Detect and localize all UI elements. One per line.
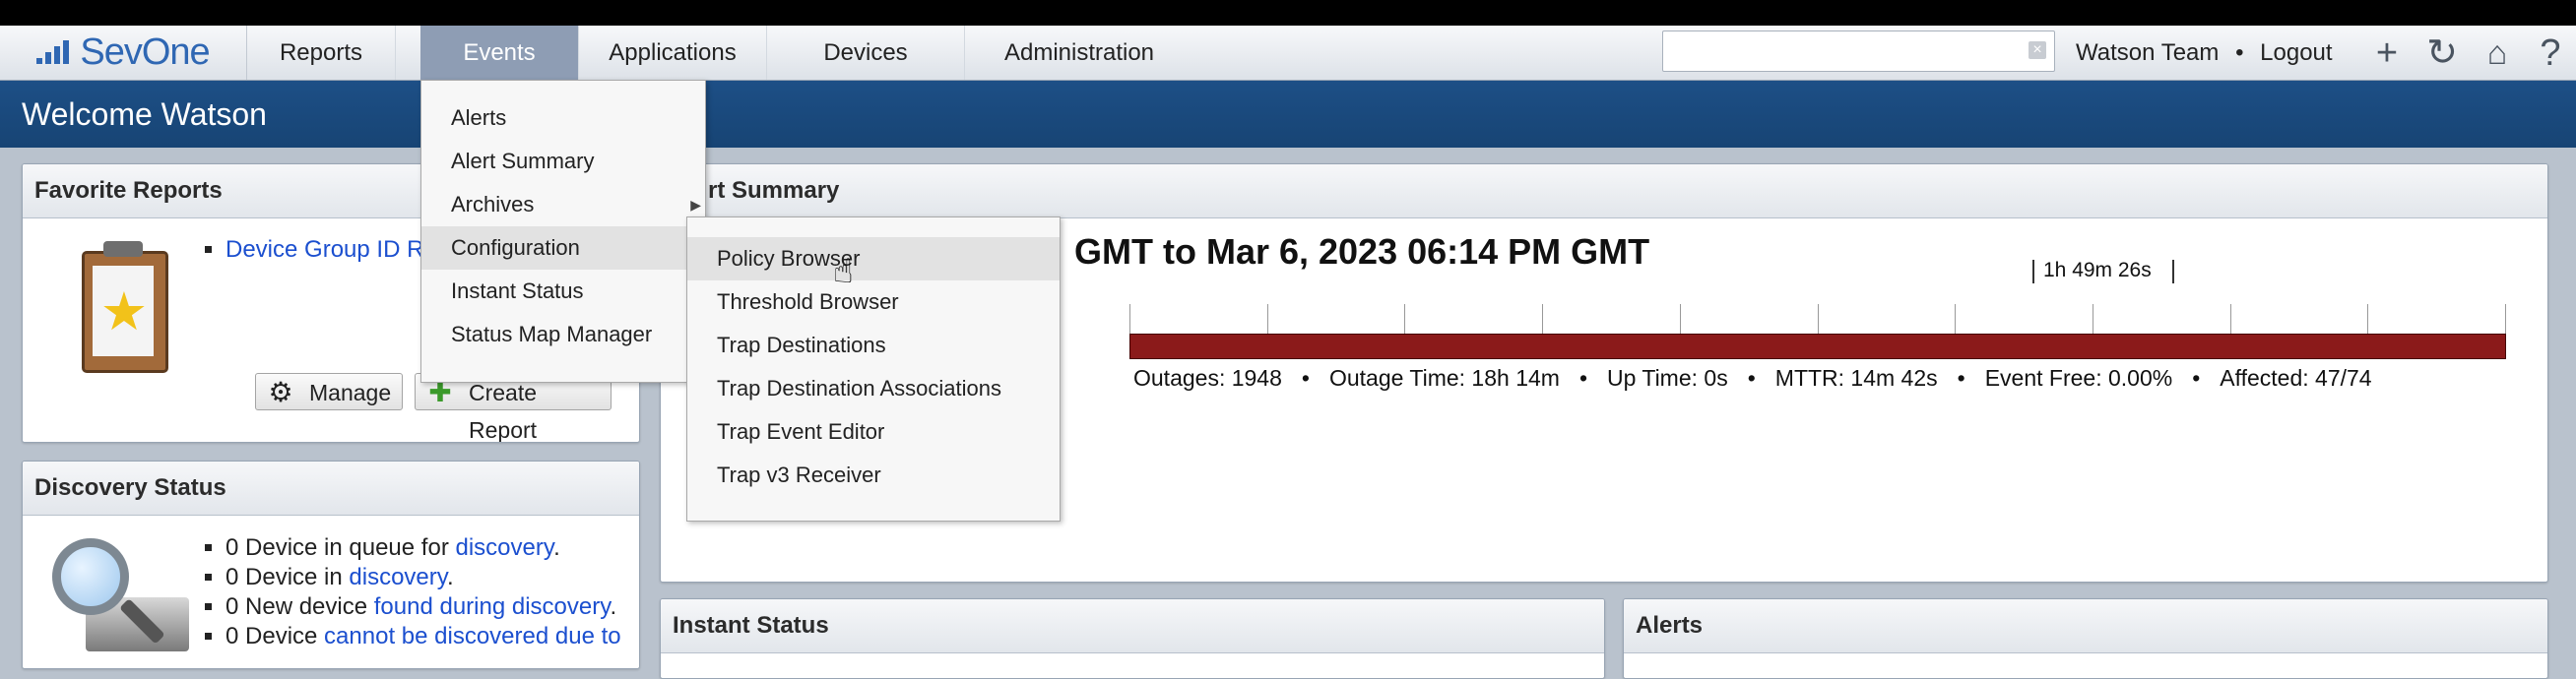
search-input[interactable]: × xyxy=(1662,31,2055,72)
timeline-tick xyxy=(1680,304,1681,334)
discovery-status-title: Discovery Status xyxy=(23,462,639,516)
hand-cursor-icon: ☝ xyxy=(833,253,854,290)
stat-item: MTTR: 14m 42s xyxy=(1774,365,1938,391)
menu-item-alerts[interactable]: Alerts xyxy=(421,96,705,140)
list-item: 0 Device in discovery. xyxy=(225,563,621,592)
found-during-discovery-link[interactable]: found during discovery xyxy=(374,593,611,620)
stat-item: Outages: 1948 xyxy=(1133,365,1282,391)
favorite-report-link[interactable]: Device Group ID Re xyxy=(225,236,437,263)
discovery-link[interactable]: discovery xyxy=(349,564,447,590)
stat-separator: • xyxy=(1301,365,1310,391)
instant-status-panel: Instant Status xyxy=(660,598,1605,679)
stat-separator: • xyxy=(1578,365,1587,391)
stat-item: Up Time: 0s xyxy=(1607,365,1728,391)
timeline-tick xyxy=(1818,304,1819,334)
stat-item: Event Free: 0.00% xyxy=(1984,365,2173,391)
list-item: Device Group ID Re xyxy=(225,235,437,265)
alert-stats: Outages: 1948 • Outage Time: 18h 14m • Up Ti… xyxy=(1133,365,2372,392)
timeline-tick xyxy=(1542,304,1543,334)
discovery-status-panel: Discovery Status 0 Device in queue for d… xyxy=(22,461,640,669)
alert-summary-range: GMT to Mar 6, 2023 06:14 PM GMT xyxy=(1074,231,1650,272)
cannot-be-discovered-link[interactable]: cannot be discovered due to xyxy=(324,623,621,649)
user-name: Watson Team xyxy=(2076,39,2220,66)
plus-icon[interactable]: + xyxy=(2367,33,2407,73)
timeline-tick xyxy=(1955,304,1956,334)
menu-item-configuration[interactable]: Configuration xyxy=(421,226,705,270)
help-icon[interactable]: ? xyxy=(2531,33,2570,73)
manage-button[interactable]: ⚙ Manage xyxy=(255,373,403,410)
instant-status-title: Instant Status xyxy=(661,599,1604,653)
menu-item-instant-status[interactable]: Instant Status xyxy=(421,270,705,313)
alerts-panel: Alerts xyxy=(1623,598,2548,679)
discovery-magnifier-icon xyxy=(52,538,190,656)
menu-item-trap-event-editor[interactable]: Trap Event Editor xyxy=(687,410,1060,454)
nav-devices[interactable]: Devices xyxy=(767,26,965,80)
favorite-reports-list: Device Group ID Re xyxy=(225,235,437,265)
manage-button-label: Manage xyxy=(309,380,392,405)
list-item: 0 Device in queue for discovery. xyxy=(225,533,621,563)
discovery-list: 0 Device in queue for discovery. 0 Devic… xyxy=(225,533,621,651)
discovery-link[interactable]: discovery xyxy=(455,534,553,561)
timeline-tick xyxy=(1129,304,1130,334)
list-item: 0 New device found during discovery. xyxy=(225,592,621,622)
menu-item-archives[interactable]: Archives ▶ xyxy=(421,183,705,226)
stat-item: Affected: 47/74 xyxy=(2220,365,2372,391)
menu-item-policy-browser[interactable]: Policy Browser xyxy=(687,237,1060,280)
user-area: Watson Team • Logout xyxy=(2076,26,2343,80)
timeline-tick xyxy=(2505,304,2506,334)
create-report-button-label: Create Report xyxy=(469,380,538,443)
stat-separator: • xyxy=(1957,365,1965,391)
menu-item-trap-destinations[interactable]: Trap Destinations xyxy=(687,324,1060,367)
scale-left-bar xyxy=(2032,260,2034,283)
sevone-logo[interactable]: SevOne xyxy=(0,26,247,80)
home-icon[interactable]: ⌂ xyxy=(2478,33,2517,73)
timeline-tick xyxy=(2367,304,2368,334)
timeline-tick xyxy=(2230,304,2231,334)
events-menu: Alerts Alert Summary Archives ▶ Configur… xyxy=(420,80,706,383)
nav-administration[interactable]: Administration xyxy=(965,26,1193,80)
welcome-banner: Welcome Watson xyxy=(0,81,2576,148)
top-nav: SevOne Reports Events Applications Devic… xyxy=(0,26,2576,81)
menu-item-trap-v3-receiver[interactable]: Trap v3 Receiver xyxy=(687,454,1060,497)
menu-item-trap-destination-associations[interactable]: Trap Destination Associations xyxy=(687,367,1060,410)
scale-right-bar xyxy=(2172,260,2174,283)
configuration-submenu: Policy Browser Threshold Browser Trap De… xyxy=(686,216,1061,522)
menu-item-status-map-manager[interactable]: Status Map Manager xyxy=(421,313,705,356)
stat-item: Outage Time: 18h 14m xyxy=(1328,365,1560,391)
time-scale-label: 1h 49m 26s xyxy=(2043,259,2152,281)
gear-icon: ⚙ xyxy=(268,377,293,407)
stat-separator: • xyxy=(2192,365,2201,391)
menu-item-alert-summary[interactable]: Alert Summary xyxy=(421,140,705,183)
timeline-ticks xyxy=(1129,304,2506,335)
stat-separator: • xyxy=(1747,365,1756,391)
logo-mark-icon xyxy=(36,38,76,68)
clear-search-icon[interactable]: × xyxy=(2029,41,2046,59)
clipboard-star-icon: ★ xyxy=(60,241,178,379)
nav-events[interactable]: Events xyxy=(420,26,579,80)
menu-item-archives-label: Archives xyxy=(451,192,535,216)
timeline-tick xyxy=(1404,304,1405,334)
logo-text: SevOne xyxy=(80,31,210,73)
alerts-title: Alerts xyxy=(1624,599,2547,653)
nav-applications[interactable]: Applications xyxy=(579,26,767,80)
alert-summary-title: rt Summary xyxy=(661,164,2547,218)
refresh-icon[interactable]: ↻ xyxy=(2422,33,2462,73)
user-separator: • xyxy=(2235,39,2244,66)
menu-item-threshold-browser[interactable]: Threshold Browser xyxy=(687,280,1060,324)
window-top-strip xyxy=(0,0,2576,26)
logout-link[interactable]: Logout xyxy=(2260,39,2332,66)
outage-timeline-bar[interactable] xyxy=(1129,334,2506,359)
nav-reports[interactable]: Reports xyxy=(247,26,396,80)
timeline-tick xyxy=(1267,304,1268,334)
list-item: 0 Device cannot be discovered due to xyxy=(225,622,621,651)
